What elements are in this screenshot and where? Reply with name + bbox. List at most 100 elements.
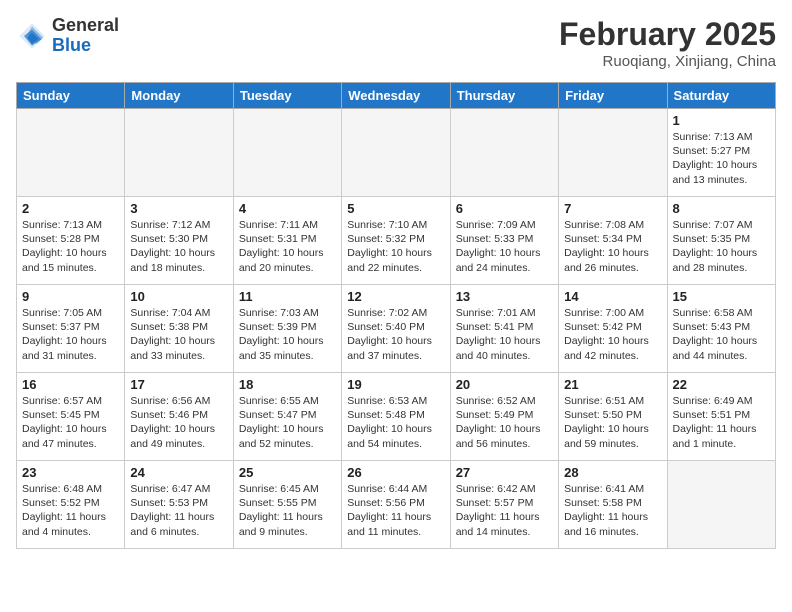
day-number: 11 — [239, 289, 336, 304]
day-number: 10 — [130, 289, 227, 304]
day-number: 6 — [456, 201, 553, 216]
day-info: Sunrise: 7:02 AM Sunset: 5:40 PM Dayligh… — [347, 306, 444, 363]
day-info: Sunrise: 7:10 AM Sunset: 5:32 PM Dayligh… — [347, 218, 444, 275]
day-number: 2 — [22, 201, 119, 216]
calendar-cell: 13 Sunrise: 7:01 AM Sunset: 5:41 PM Dayli… — [450, 285, 558, 373]
day-info: Sunrise: 7:04 AM Sunset: 5:38 PM Dayligh… — [130, 306, 227, 363]
calendar-cell — [233, 109, 341, 197]
calendar-cell: 4 Sunrise: 7:11 AM Sunset: 5:31 PM Daylig… — [233, 197, 341, 285]
day-info: Sunrise: 6:52 AM Sunset: 5:49 PM Dayligh… — [456, 394, 553, 451]
calendar-cell — [342, 109, 450, 197]
day-number: 15 — [673, 289, 770, 304]
calendar-cell: 7 Sunrise: 7:08 AM Sunset: 5:34 PM Daylig… — [559, 197, 667, 285]
calendar-cell: 22 Sunrise: 6:49 AM Sunset: 5:51 PM Dayli… — [667, 373, 775, 461]
day-number: 26 — [347, 465, 444, 480]
day-info: Sunrise: 7:00 AM Sunset: 5:42 PM Dayligh… — [564, 306, 661, 363]
location: Ruoqiang, Xinjiang, China — [559, 53, 776, 70]
calendar-cell: 27 Sunrise: 6:42 AM Sunset: 5:57 PM Dayli… — [450, 461, 558, 549]
day-info: Sunrise: 6:53 AM Sunset: 5:48 PM Dayligh… — [347, 394, 444, 451]
calendar-cell: 16Sunrise: 6:57 AM Sunset: 5:45 PM Dayli… — [17, 373, 125, 461]
calendar-cell: 20 Sunrise: 6:52 AM Sunset: 5:49 PM Dayli… — [450, 373, 558, 461]
weekday-header: Friday — [559, 83, 667, 109]
day-info: Sunrise: 6:42 AM Sunset: 5:57 PM Dayligh… — [456, 482, 553, 539]
day-number: 23 — [22, 465, 119, 480]
calendar-week-row: 9 Sunrise: 7:05 AM Sunset: 5:37 PM Daylig… — [17, 285, 776, 373]
day-info: Sunrise: 6:57 AM Sunset: 5:45 PM Dayligh… — [22, 394, 119, 451]
calendar-cell — [667, 461, 775, 549]
day-number: 7 — [564, 201, 661, 216]
day-info: Sunrise: 7:12 AM Sunset: 5:30 PM Dayligh… — [130, 218, 227, 275]
day-number: 21 — [564, 377, 661, 392]
day-info: Sunrise: 6:41 AM Sunset: 5:58 PM Dayligh… — [564, 482, 661, 539]
calendar-cell: 10 Sunrise: 7:04 AM Sunset: 5:38 PM Dayli… — [125, 285, 233, 373]
day-info: Sunrise: 7:05 AM Sunset: 5:37 PM Dayligh… — [22, 306, 119, 363]
day-info: Sunrise: 7:13 AM Sunset: 5:28 PM Dayligh… — [22, 218, 119, 275]
day-number: 1 — [673, 113, 770, 128]
weekday-header: Monday — [125, 83, 233, 109]
day-info: Sunrise: 7:01 AM Sunset: 5:41 PM Dayligh… — [456, 306, 553, 363]
day-info: Sunrise: 6:44 AM Sunset: 5:56 PM Dayligh… — [347, 482, 444, 539]
day-info: Sunrise: 6:56 AM Sunset: 5:46 PM Dayligh… — [130, 394, 227, 451]
calendar-cell: 5 Sunrise: 7:10 AM Sunset: 5:32 PM Daylig… — [342, 197, 450, 285]
day-info: Sunrise: 6:58 AM Sunset: 5:43 PM Dayligh… — [673, 306, 770, 363]
day-info: Sunrise: 7:08 AM Sunset: 5:34 PM Dayligh… — [564, 218, 661, 275]
day-number: 12 — [347, 289, 444, 304]
day-number: 8 — [673, 201, 770, 216]
day-number: 14 — [564, 289, 661, 304]
calendar-cell: 17 Sunrise: 6:56 AM Sunset: 5:46 PM Dayli… — [125, 373, 233, 461]
title-block: February 2025 Ruoqiang, Xinjiang, China — [559, 16, 776, 70]
calendar-cell: 3 Sunrise: 7:12 AM Sunset: 5:30 PM Daylig… — [125, 197, 233, 285]
calendar-cell: 11 Sunrise: 7:03 AM Sunset: 5:39 PM Dayli… — [233, 285, 341, 373]
calendar-cell: 19 Sunrise: 6:53 AM Sunset: 5:48 PM Dayli… — [342, 373, 450, 461]
day-number: 25 — [239, 465, 336, 480]
calendar-cell: 28 Sunrise: 6:41 AM Sunset: 5:58 PM Dayli… — [559, 461, 667, 549]
day-info: Sunrise: 6:49 AM Sunset: 5:51 PM Dayligh… — [673, 394, 770, 451]
weekday-header: Saturday — [667, 83, 775, 109]
day-number: 4 — [239, 201, 336, 216]
calendar-week-row: 1 Sunrise: 7:13 AM Sunset: 5:27 PM Daylig… — [17, 109, 776, 197]
calendar-cell: 6Sunrise: 7:09 AM Sunset: 5:33 PM Daylig… — [450, 197, 558, 285]
calendar-cell: 12 Sunrise: 7:02 AM Sunset: 5:40 PM Dayli… — [342, 285, 450, 373]
calendar-week-row: 16Sunrise: 6:57 AM Sunset: 5:45 PM Dayli… — [17, 373, 776, 461]
day-info: Sunrise: 7:03 AM Sunset: 5:39 PM Dayligh… — [239, 306, 336, 363]
weekday-header-row: SundayMondayTuesdayWednesdayThursdayFrid… — [17, 83, 776, 109]
day-info: Sunrise: 6:45 AM Sunset: 5:55 PM Dayligh… — [239, 482, 336, 539]
day-info: Sunrise: 6:47 AM Sunset: 5:53 PM Dayligh… — [130, 482, 227, 539]
day-info: Sunrise: 7:13 AM Sunset: 5:27 PM Dayligh… — [673, 130, 770, 187]
day-info: Sunrise: 6:55 AM Sunset: 5:47 PM Dayligh… — [239, 394, 336, 451]
day-number: 3 — [130, 201, 227, 216]
logo-icon — [16, 20, 48, 52]
day-number: 18 — [239, 377, 336, 392]
day-info: Sunrise: 7:07 AM Sunset: 5:35 PM Dayligh… — [673, 218, 770, 275]
day-number: 13 — [456, 289, 553, 304]
weekday-header: Wednesday — [342, 83, 450, 109]
day-number: 20 — [456, 377, 553, 392]
calendar-cell — [125, 109, 233, 197]
calendar-cell — [17, 109, 125, 197]
calendar-table: SundayMondayTuesdayWednesdayThursdayFrid… — [16, 82, 776, 549]
day-number: 27 — [456, 465, 553, 480]
calendar-cell: 18 Sunrise: 6:55 AM Sunset: 5:47 PM Dayli… — [233, 373, 341, 461]
day-number: 19 — [347, 377, 444, 392]
calendar-cell: 14 Sunrise: 7:00 AM Sunset: 5:42 PM Dayli… — [559, 285, 667, 373]
calendar-cell: 9 Sunrise: 7:05 AM Sunset: 5:37 PM Daylig… — [17, 285, 125, 373]
day-number: 9 — [22, 289, 119, 304]
calendar-cell: 21Sunrise: 6:51 AM Sunset: 5:50 PM Dayli… — [559, 373, 667, 461]
day-number: 17 — [130, 377, 227, 392]
day-number: 22 — [673, 377, 770, 392]
logo-text: General Blue — [52, 16, 119, 56]
calendar-cell: 8 Sunrise: 7:07 AM Sunset: 5:35 PM Daylig… — [667, 197, 775, 285]
day-number: 28 — [564, 465, 661, 480]
calendar-cell: 26 Sunrise: 6:44 AM Sunset: 5:56 PM Dayli… — [342, 461, 450, 549]
logo: General Blue — [16, 16, 119, 56]
day-number: 24 — [130, 465, 227, 480]
weekday-header: Tuesday — [233, 83, 341, 109]
calendar-cell: 15 Sunrise: 6:58 AM Sunset: 5:43 PM Dayli… — [667, 285, 775, 373]
calendar-cell: 25 Sunrise: 6:45 AM Sunset: 5:55 PM Dayli… — [233, 461, 341, 549]
day-number: 5 — [347, 201, 444, 216]
day-info: Sunrise: 7:11 AM Sunset: 5:31 PM Dayligh… — [239, 218, 336, 275]
calendar-cell — [450, 109, 558, 197]
page-header: General Blue February 2025 Ruoqiang, Xin… — [16, 16, 776, 70]
calendar-week-row: 23Sunrise: 6:48 AM Sunset: 5:52 PM Dayli… — [17, 461, 776, 549]
calendar-cell — [559, 109, 667, 197]
